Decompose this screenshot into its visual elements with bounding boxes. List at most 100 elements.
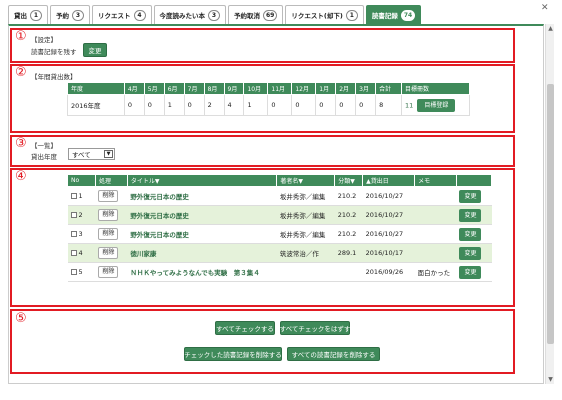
edit-button[interactable]: 変更 [459, 189, 482, 203]
row-date: 2016/10/27 [362, 186, 415, 206]
row-title[interactable]: 徳川家康 [127, 243, 277, 263]
tab-lending[interactable]: 貸出 1 [8, 5, 48, 24]
annual-col-header: 目標冊数 [400, 82, 471, 95]
delete-button[interactable]: 削除 [98, 266, 119, 278]
delete-all-button[interactable]: すべての読書記録を削除する [287, 347, 380, 361]
year-select[interactable]: すべて ▼ [68, 148, 115, 160]
sort-icon: ▼ [154, 178, 160, 185]
annual-cell: 0 [355, 94, 377, 116]
tab-request[interactable]: リクエスト 4 [92, 5, 152, 24]
row-title[interactable]: 野外復元日本の歴史 [127, 186, 277, 206]
row-no-cell: 5 [67, 262, 96, 282]
tab-label: 読書記録 [371, 12, 398, 20]
annual-col-header: 8月 [203, 82, 225, 95]
row-checkbox[interactable] [70, 250, 77, 256]
annual-cell: 2 [203, 94, 225, 116]
section-actions-box [10, 309, 515, 374]
row-action-cell: 削除 [95, 186, 128, 206]
settings-change-button[interactable]: 変更 [83, 43, 107, 57]
tab-reading-record[interactable]: 読書記録 74 [365, 5, 422, 24]
scrollbar[interactable]: ▲ ▼ [545, 24, 554, 384]
delete-button[interactable]: 削除 [98, 209, 119, 221]
table-row: 2 削除 野外復元日本の歴史 坂井秀弥／編集 210.2 2016/10/27 … [67, 205, 492, 225]
col-class[interactable]: 分類▼ [334, 174, 364, 187]
close-icon[interactable]: ✕ [541, 3, 549, 13]
marker-5: ⑤ [15, 311, 27, 326]
row-title[interactable]: ＮＨＫやってみようなんでも実験 第３集４ [127, 262, 277, 282]
row-date: 2016/09/26 [362, 262, 415, 282]
tab-count: 3 [208, 9, 220, 21]
tab-bar: 貸出 1 予約 3 リクエスト 4 今度読みたい本 3 予約取消 69 リクエスト(却下)… [8, 5, 422, 24]
annual-cell: 4 [223, 94, 245, 116]
edit-button[interactable]: 変更 [459, 208, 482, 222]
delete-button[interactable]: 削除 [98, 228, 119, 240]
tab-reservation[interactable]: 予約 3 [50, 5, 90, 24]
annual-col-header: 10月 [243, 82, 269, 95]
annual-year-cell: 2016年度 [67, 94, 125, 116]
col-date[interactable]: ▲貸出日 [362, 174, 416, 187]
row-class [334, 262, 363, 282]
row-edit-cell: 変更 [456, 262, 492, 282]
row-author: 坂井秀弥／編集 [276, 224, 335, 244]
tab-label: 予約 [56, 12, 69, 20]
delete-checked-button[interactable]: チェックした読書記録を削除する [184, 347, 282, 361]
row-no: 3 [78, 230, 83, 238]
annual-table: 年度 4月 5月 6月 7月 8月 9月 10月 11月 12月 1月 2月 3… [67, 82, 471, 116]
annual-col-header: 12月 [291, 82, 317, 95]
goal-register-button[interactable]: 目標登録 [417, 98, 456, 112]
row-edit-cell: 変更 [456, 243, 492, 263]
col-memo: メモ [414, 174, 457, 187]
row-title[interactable]: 野外復元日本の歴史 [127, 205, 277, 225]
annual-cell: 1 [163, 94, 185, 116]
annual-col-header: 2月 [335, 82, 357, 95]
annual-total-cell: 8 [375, 94, 402, 116]
list-header-row: No 処理 タイトル▼ 著者名▼ 分類▼ ▲貸出日 メモ [67, 174, 493, 187]
tab-label: リクエスト(却下) [291, 12, 343, 20]
annual-cell: 0 [291, 94, 317, 116]
uncheck-all-button[interactable]: すべてチェックをはずす [280, 321, 350, 335]
annual-col-header: 1月 [315, 82, 337, 95]
row-action-cell: 削除 [95, 243, 128, 263]
row-author: 筑波常治／作 [276, 243, 335, 263]
row-memo: 面白かった [414, 262, 457, 282]
row-checkbox[interactable] [70, 212, 77, 218]
row-checkbox[interactable] [70, 269, 77, 275]
scroll-down-icon[interactable]: ▼ [546, 375, 555, 384]
row-no: 4 [78, 249, 83, 257]
annual-heading: 【年間貸出数】 [31, 73, 77, 81]
year-filter-label: 貸出年度 [31, 153, 57, 161]
row-no-cell: 3 [67, 224, 96, 244]
annual-cell: 0 [335, 94, 357, 116]
row-no-cell: 4 [67, 243, 96, 263]
col-title[interactable]: タイトル▼ [126, 174, 278, 187]
row-edit-cell: 変更 [456, 205, 492, 225]
row-no-cell: 2 [67, 205, 96, 225]
scroll-up-icon[interactable]: ▲ [546, 24, 555, 33]
col-class-label: 分類 [338, 178, 351, 185]
tab-count: 1 [30, 9, 42, 21]
row-no: 1 [78, 192, 83, 200]
row-action-cell: 削除 [95, 262, 128, 282]
edit-button[interactable]: 変更 [459, 246, 482, 260]
delete-button[interactable]: 削除 [98, 247, 119, 259]
annual-col-header: 11月 [267, 82, 293, 95]
row-checkbox[interactable] [70, 231, 77, 237]
row-title[interactable]: 野外復元日本の歴史 [127, 224, 277, 244]
delete-button[interactable]: 削除 [98, 190, 119, 202]
annual-col-header: 9月 [223, 82, 245, 95]
row-no-cell: 1 [67, 186, 96, 206]
col-author[interactable]: 著者名▼ [276, 174, 336, 187]
edit-button[interactable]: 変更 [459, 227, 482, 241]
tab-request-rejected[interactable]: リクエスト(却下) 1 [285, 5, 364, 24]
check-all-button[interactable]: すべてチェックする [215, 321, 275, 335]
table-row: 1 削除 野外復元日本の歴史 坂井秀弥／編集 210.2 2016/10/27 … [67, 186, 492, 206]
edit-button[interactable]: 変更 [459, 265, 482, 279]
scroll-thumb[interactable] [547, 84, 554, 344]
annual-col-header: 4月 [123, 82, 145, 95]
tab-reservation-cancel[interactable]: 予約取消 69 [228, 5, 284, 24]
goal-value: 11 [404, 101, 414, 109]
tab-want-to-read[interactable]: 今度読みたい本 3 [153, 5, 226, 24]
table-row: 5 削除 ＮＨＫやってみようなんでも実験 第３集４ 2016/09/26 面白か… [67, 262, 492, 282]
col-date-label: 貸出日 [370, 178, 389, 185]
row-checkbox[interactable] [70, 193, 77, 199]
